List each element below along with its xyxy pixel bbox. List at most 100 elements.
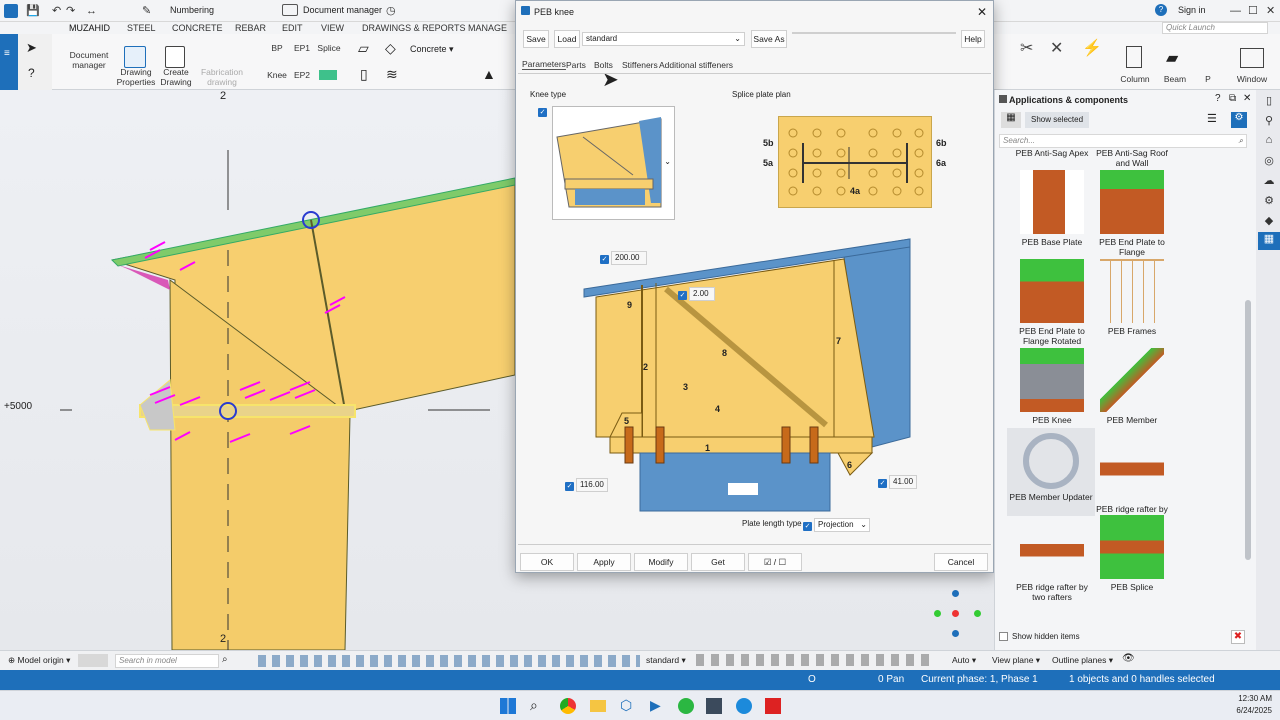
outline-planes-select[interactable]: Outline planes ▾ [1052, 655, 1113, 666]
app-item-base-plate[interactable]: PEB Base Plate [1013, 170, 1091, 247]
app-item-frames[interactable]: PEB Frames [1093, 259, 1171, 336]
app-item-ridge-two[interactable]: PEB ridge rafter by two rafters [1013, 515, 1091, 602]
eye-icon[interactable]: 👁 [1122, 653, 1135, 664]
apps-pin-icon[interactable]: ⧉ [1229, 93, 1236, 104]
beam-button[interactable]: Beam [1158, 74, 1192, 84]
app-cursor-icon[interactable]: ▶ [650, 697, 661, 714]
show-selected-button[interactable]: Show selected [1025, 112, 1089, 128]
app-item-member-updater[interactable]: PEB Member Updater [1007, 428, 1095, 516]
dim-2-checkbox[interactable]: ✓ [678, 288, 687, 300]
plate-length-type-checkbox[interactable]: ✓ [803, 519, 812, 531]
menu-view[interactable]: VIEW [321, 22, 344, 34]
help-icon[interactable]: ? [1155, 4, 1167, 16]
p-button[interactable]: P [1202, 74, 1214, 84]
undo-icon[interactable]: ↶ [52, 0, 61, 22]
column-button[interactable]: Column [1118, 74, 1152, 84]
app-item-anti-sag-apex[interactable]: PEB Anti-Sag Apex [1013, 148, 1091, 158]
bp-button[interactable]: BP [270, 43, 284, 53]
apps-tools-icon[interactable]: ⚙ [1231, 112, 1247, 128]
app-item-end-plate-rotated[interactable]: PEB End Plate to Flange Rotated [1013, 259, 1091, 346]
dim-41-field[interactable]: 41.00 [889, 475, 917, 489]
side-cube-icon[interactable]: ◆ [1258, 214, 1280, 232]
close-icon[interactable]: ✕ [1266, 0, 1275, 22]
modify-button[interactable]: Modify [634, 553, 688, 571]
pdf-icon[interactable] [765, 698, 781, 714]
search-taskbar-icon[interactable]: ⌕ [530, 697, 538, 714]
menu-edit[interactable]: EDIT [282, 22, 303, 34]
cancel-button[interactable]: Cancel [934, 553, 988, 571]
plate-length-type-select[interactable]: Projection ⌄ [814, 518, 870, 532]
preset-status-select[interactable]: standard ▾ [646, 655, 686, 666]
dim-41-checkbox[interactable]: ✓ [878, 476, 887, 488]
clock-icon[interactable]: ◷ [386, 0, 396, 22]
side-hat-icon[interactable]: ⌂ [1258, 134, 1280, 152]
dim-200-checkbox[interactable]: ✓ [600, 252, 609, 264]
create-drawing-button[interactable]: Create Drawing [156, 67, 196, 87]
side-menu-strip[interactable] [0, 34, 18, 90]
tekla-icon[interactable] [706, 698, 722, 714]
show-hidden-checkbox[interactable] [999, 632, 1008, 641]
window-button[interactable]: Window [1234, 74, 1270, 84]
load-button[interactable]: Load [554, 30, 580, 48]
tab-additional-stiffeners[interactable]: Additional stiffeners [659, 60, 733, 70]
ok-button[interactable]: OK [520, 553, 574, 571]
knee-button[interactable]: Knee [266, 70, 288, 80]
search-model-input[interactable]: Search in model [115, 654, 219, 668]
side-link-icon[interactable]: ⚲ [1258, 114, 1280, 132]
app-tool-icon[interactable]: ⬡ [620, 697, 632, 714]
app-item-splice[interactable]: PEB Splice [1093, 515, 1171, 592]
whatsapp-icon[interactable] [678, 698, 694, 714]
minimize-icon[interactable]: — [1230, 0, 1241, 22]
side-properties-icon[interactable]: ▯ [1258, 94, 1280, 112]
split-icon[interactable]: ✕ [1050, 38, 1063, 58]
apps-search-input[interactable]: Search... ⌕ [999, 134, 1247, 148]
save-as-button[interactable]: Save As [751, 30, 787, 48]
view-plane-select[interactable]: View plane ▾ [992, 655, 1040, 666]
app-item-ridge-three[interactable]: PEB ridge rafter by three points [1093, 437, 1171, 524]
menu-concrete[interactable]: CONCRETE [172, 22, 223, 34]
app-item-member[interactable]: PEB Member [1093, 348, 1171, 425]
tab-parts[interactable]: Parts [566, 60, 586, 70]
app-item-knee[interactable]: PEB Knee [1013, 348, 1091, 425]
apps-list-icon[interactable]: ☰ [1207, 112, 1217, 125]
triangle-icon[interactable]: ▲ [482, 66, 496, 82]
slab-icon[interactable]: ▱ [358, 40, 369, 57]
folder-icon[interactable] [590, 700, 606, 712]
dialog-close-icon[interactable]: ✕ [977, 1, 987, 23]
ep1-button[interactable]: EP1 [293, 43, 311, 53]
hamburger-icon[interactable]: ≡ [4, 48, 10, 59]
menu-manage[interactable]: MANAGE [468, 22, 507, 34]
knee-type-picker[interactable]: ⌄ [552, 106, 675, 220]
model-origin-select[interactable]: ⊕ Model origin ▾ [8, 655, 70, 666]
cut-icon[interactable]: ✂ [1020, 38, 1033, 58]
select-arrow-icon[interactable]: ➤ [26, 40, 37, 56]
origin-buttons[interactable] [78, 654, 108, 667]
tab-parameters[interactable]: Parameters [522, 59, 566, 70]
numbering-button[interactable]: Numbering [170, 5, 214, 15]
tab-stiffeners[interactable]: Stiffeners [622, 60, 658, 70]
search-model-icon[interactable]: ⌕ [222, 654, 228, 665]
apps-tiles-icon[interactable]: ▦ [1001, 112, 1021, 128]
get-button[interactable]: Get [691, 553, 745, 571]
splice-button[interactable]: Splice [317, 43, 341, 53]
apps-error-icon[interactable]: ✖ [1231, 630, 1245, 644]
windows-start-icon[interactable] [500, 698, 516, 714]
snap-switches[interactable] [696, 654, 936, 666]
stair-icon[interactable]: ≋ [386, 66, 398, 83]
apps-close-icon[interactable]: ✕ [1243, 93, 1251, 104]
side-cloud-icon[interactable]: ☁ [1258, 174, 1280, 192]
dim-116-field[interactable]: 116.00 [576, 478, 608, 492]
column-concrete-icon[interactable]: ▯ [360, 66, 368, 83]
quick-launch-input[interactable]: Quick Launch [1162, 22, 1268, 34]
menu-drawings-reports[interactable]: DRAWINGS & REPORTS [362, 22, 466, 34]
dim-116-checkbox[interactable]: ✓ [565, 479, 574, 491]
apply-button[interactable]: Apply [577, 553, 631, 571]
save-as-field[interactable] [792, 32, 956, 34]
save-icon[interactable]: 💾 [26, 0, 40, 22]
help-button[interactable]: Help [961, 30, 985, 48]
document-manager-quick-button[interactable]: Document manager [303, 5, 382, 15]
pencil-icon[interactable]: ✎ [142, 0, 151, 22]
redo-icon[interactable]: ↷ [66, 0, 75, 22]
edge-icon[interactable] [736, 698, 752, 714]
dim-200-field[interactable]: 200.00 [611, 251, 647, 265]
